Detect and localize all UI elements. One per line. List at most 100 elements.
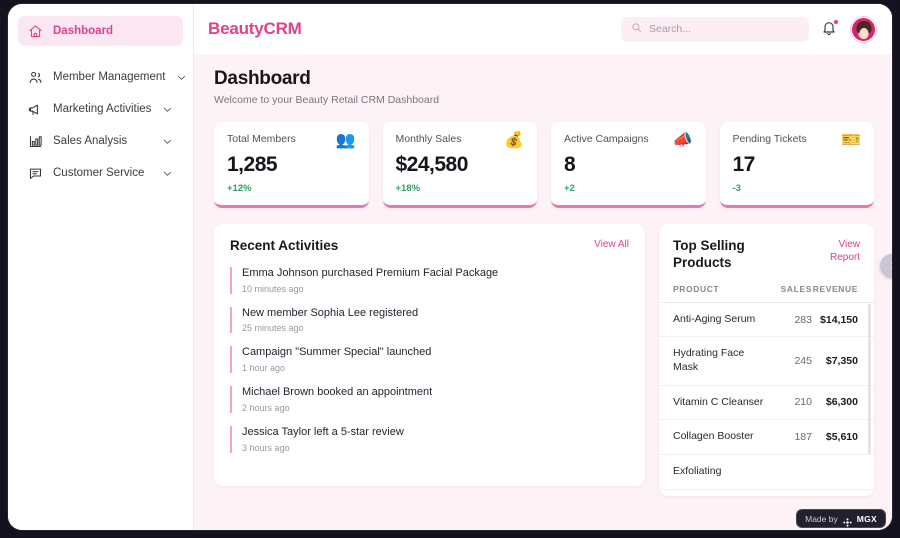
activity-time: 2 hours ago	[242, 402, 290, 413]
list-item[interactable]: New member Sophia Lee registered 25 minu…	[230, 306, 629, 334]
chevron-right-icon	[888, 257, 892, 275]
made-by-badge[interactable]: Made by MGX	[796, 509, 886, 528]
stat-delta: +18%	[395, 183, 421, 194]
view-all-link[interactable]: View All	[594, 238, 629, 251]
table-row[interactable]: Vitamin C Cleanser 210 $6,300	[659, 385, 874, 421]
chevron-down-icon[interactable]	[162, 168, 173, 179]
panel-header-wrap: Top Selling Products View Report	[659, 238, 874, 272]
panel-title: Top Selling Products	[673, 238, 745, 270]
table-header-row: PRODUCT SALES REVENUE	[659, 283, 874, 303]
panel-header: Recent Activities View All	[230, 238, 629, 255]
list-item[interactable]: Campaign "Summer Special" launched 1 hou…	[230, 346, 629, 374]
activity-time: 25 minutes ago	[242, 323, 304, 334]
dashboard-main: Dashboard Welcome to your Beauty Retail …	[194, 54, 892, 530]
list-item[interactable]: Michael Brown booked an appointment 2 ho…	[230, 386, 629, 413]
avatar[interactable]	[851, 16, 876, 42]
stat-card-active-campaigns[interactable]: Active Campaigns 📣 8 +2	[551, 122, 706, 208]
chevron-down-icon[interactable]	[176, 72, 187, 83]
app-window: Dashboard Member Management Marketing Ac…	[8, 4, 892, 530]
sidebar-item-label: Sales Analysis	[53, 135, 128, 147]
sidebar-item-customer-service[interactable]: Customer Service	[18, 158, 183, 188]
home-icon	[28, 24, 43, 39]
stat-delta: -3	[732, 183, 741, 194]
stat-delta: +2	[564, 183, 575, 194]
sidebar-item-label: Member Management	[53, 71, 166, 83]
recent-activities-panel: Recent Activities View All Emma Johnson …	[214, 224, 645, 486]
activity-text: Emma Johnson purchased Premium Facial Pa…	[242, 266, 499, 279]
stat-delta: +12%	[227, 183, 252, 194]
page-subtitle: Welcome to your Beauty Retail CRM Dashbo…	[214, 94, 440, 106]
stat-label: Monthly Sales	[395, 133, 462, 145]
cell-sales: 210	[766, 385, 812, 421]
notifications-button[interactable]	[821, 19, 839, 38]
mgx-logo-icon	[843, 514, 852, 527]
cell-sales: 245	[766, 336, 812, 386]
sidebar-item-member-management[interactable]: Member Management	[18, 62, 185, 92]
table-row[interactable]: Anti-Aging Serum 283 $14,150	[659, 302, 874, 338]
cell-sales: 187	[766, 419, 812, 455]
top-selling-products-panel: Top Selling Products View Report PRODUCT…	[659, 224, 874, 496]
cell-sales: 283	[766, 302, 812, 338]
money-bag-icon: 💰	[504, 132, 524, 149]
activity-time: 1 hour ago	[242, 363, 286, 374]
stat-value: $24,580	[395, 153, 469, 176]
list-item[interactable]: Emma Johnson purchased Premium Facial Pa…	[230, 266, 629, 294]
activity-list: Emma Johnson purchased Premium Facial Pa…	[230, 266, 629, 453]
bar-chart-icon	[28, 134, 43, 149]
view-report-link[interactable]: View Report	[808, 238, 860, 264]
stat-card-total-members[interactable]: Total Members 👥 1,285 +12%	[214, 122, 369, 208]
stat-card-pending-tickets[interactable]: Pending Tickets 🎫 17 -3	[719, 122, 874, 208]
sidebar-item-label: Dashboard	[53, 25, 114, 37]
sidebar-item-sales-analysis[interactable]: Sales Analysis	[18, 126, 183, 156]
activity-time: 10 minutes ago	[242, 283, 304, 294]
cell-sales	[766, 454, 812, 490]
table-row[interactable]: Hydrating Face Mask 245 $7,350	[659, 336, 874, 386]
cell-revenue: $7,350	[812, 336, 874, 386]
stat-label: Pending Tickets	[732, 133, 807, 145]
table-row[interactable]: Exfoliating	[659, 454, 874, 490]
search-box[interactable]	[621, 16, 809, 42]
cell-revenue: $6,300	[812, 385, 874, 421]
people-icon: 👥	[335, 132, 356, 149]
sidebar-item-marketing-activities[interactable]: Marketing Activities	[18, 94, 183, 124]
made-by-text: Made by	[805, 513, 838, 524]
search-input[interactable]	[649, 23, 799, 35]
column-header-revenue: REVENUE	[812, 283, 874, 303]
cell-product: Hydrating Face Mask	[659, 336, 766, 386]
sidebar-item-label: Customer Service	[53, 167, 145, 179]
table-row[interactable]: Collagen Booster 187 $5,610	[659, 419, 874, 455]
stat-card-monthly-sales[interactable]: Monthly Sales 💰 $24,580 +18%	[382, 122, 537, 208]
page-title: Dashboard	[214, 68, 311, 89]
chevron-down-icon[interactable]	[162, 136, 173, 147]
ticket-icon: 🎫	[841, 132, 861, 149]
table-header: PRODUCT SALES REVENUE	[659, 283, 874, 303]
activity-time: 3 hours ago	[242, 442, 290, 453]
products-table-scroll[interactable]: PRODUCT SALES REVENUE Anti-Aging Serum 2…	[659, 283, 874, 496]
table-scrollbar[interactable]	[868, 303, 871, 454]
cell-product: Anti-Aging Serum	[659, 302, 766, 338]
activity-text: Jessica Taylor left a 5-star review	[242, 425, 404, 438]
message-square-icon	[28, 166, 43, 181]
stat-value: 8	[564, 153, 576, 176]
cell-revenue: $14,150	[812, 302, 874, 338]
dashboard-panels: Recent Activities View All Emma Johnson …	[214, 224, 874, 496]
stat-card-header: Monthly Sales 💰	[396, 133, 525, 149]
chevron-down-icon[interactable]	[162, 104, 173, 115]
column-header-product: PRODUCT	[659, 283, 766, 303]
cell-product: Collagen Booster	[659, 419, 766, 455]
search-icon	[631, 20, 642, 38]
panel-title: Recent Activities	[230, 238, 339, 253]
stat-label: Total Members	[227, 133, 296, 145]
cell-product: Vitamin C Cleanser	[659, 385, 766, 421]
made-by-brand: MGX	[856, 513, 877, 524]
sidebar: Dashboard Member Management Marketing Ac…	[8, 4, 194, 530]
products-table: PRODUCT SALES REVENUE Anti-Aging Serum 2…	[659, 283, 874, 490]
activity-text: Campaign "Summer Special" launched	[242, 346, 432, 359]
notification-badge-dot	[833, 19, 839, 25]
list-item[interactable]: Jessica Taylor left a 5-star review 3 ho…	[230, 425, 629, 453]
stat-cards: Total Members 👥 1,285 +12% Monthly Sales…	[214, 122, 874, 208]
sidebar-item-dashboard[interactable]: Dashboard	[18, 16, 183, 46]
top-bar: BeautyCRM	[194, 4, 892, 54]
activity-text: Michael Brown booked an appointment	[242, 386, 433, 399]
